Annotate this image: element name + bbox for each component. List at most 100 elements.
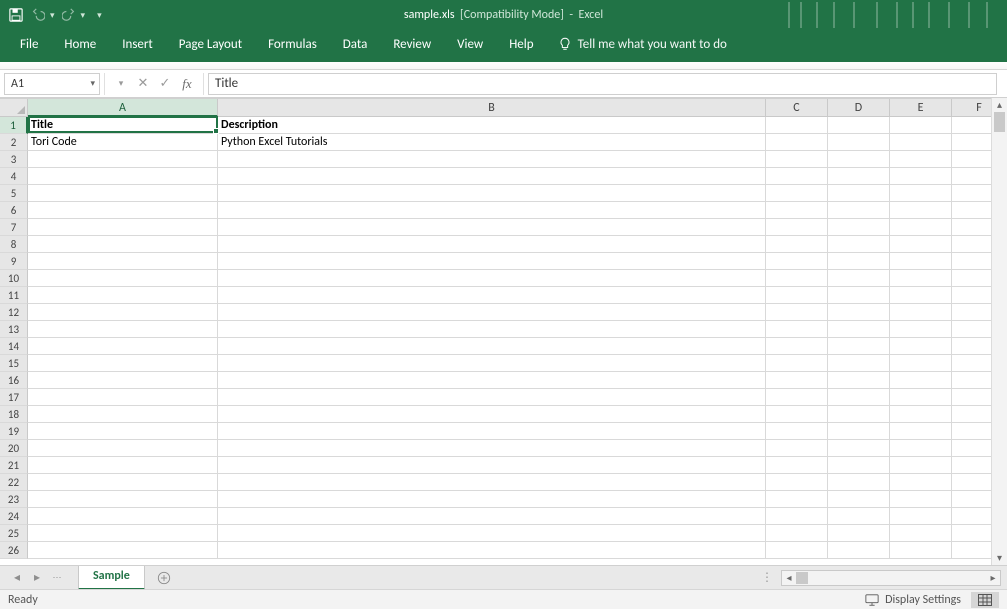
cell-B25[interactable] (218, 525, 766, 542)
cancel-icon[interactable]: ✕ (133, 74, 153, 94)
tab-data[interactable]: Data (341, 33, 370, 56)
cell-C11[interactable] (766, 287, 828, 304)
enter-icon[interactable]: ✓ (155, 74, 175, 94)
cell-D22[interactable] (828, 474, 890, 491)
cell-C6[interactable] (766, 202, 828, 219)
row-header-8[interactable]: 8 (0, 236, 28, 253)
cell-E23[interactable] (890, 491, 952, 508)
cell-E20[interactable] (890, 440, 952, 457)
cell-C12[interactable] (766, 304, 828, 321)
row-header-16[interactable]: 16 (0, 372, 28, 389)
cell-C17[interactable] (766, 389, 828, 406)
cell-E10[interactable] (890, 270, 952, 287)
row-header-17[interactable]: 17 (0, 389, 28, 406)
cell-D9[interactable] (828, 253, 890, 270)
cell-B23[interactable] (218, 491, 766, 508)
tab-review[interactable]: Review (391, 33, 433, 56)
cell-C1[interactable] (766, 117, 828, 134)
row-header-2[interactable]: 2 (0, 134, 28, 151)
scroll-right-icon[interactable]: ▸ (986, 571, 1000, 584)
cell-D16[interactable] (828, 372, 890, 389)
cell-A17[interactable] (28, 389, 218, 406)
chevron-down-icon[interactable]: ▾ (90, 78, 95, 89)
next-sheet-icon[interactable]: ▸ (30, 570, 44, 585)
cell-E19[interactable] (890, 423, 952, 440)
cell-C9[interactable] (766, 253, 828, 270)
cell-E14[interactable] (890, 338, 952, 355)
cell-D6[interactable] (828, 202, 890, 219)
row-header-11[interactable]: 11 (0, 287, 28, 304)
cell-E16[interactable] (890, 372, 952, 389)
tab-file[interactable]: File (18, 33, 40, 56)
cell-E17[interactable] (890, 389, 952, 406)
cell-C8[interactable] (766, 236, 828, 253)
cell-A11[interactable] (28, 287, 218, 304)
tab-home[interactable]: Home (62, 33, 98, 56)
row-header-18[interactable]: 18 (0, 406, 28, 423)
row-header-14[interactable]: 14 (0, 338, 28, 355)
row-header-15[interactable]: 15 (0, 355, 28, 372)
cell-E5[interactable] (890, 185, 952, 202)
new-sheet-button[interactable] (153, 567, 175, 589)
cell-D17[interactable] (828, 389, 890, 406)
cell-B14[interactable] (218, 338, 766, 355)
cell-A21[interactable] (28, 457, 218, 474)
cell-E24[interactable] (890, 508, 952, 525)
row-header-12[interactable]: 12 (0, 304, 28, 321)
customize-qat-icon[interactable]: ▾ (97, 10, 102, 21)
row-header-9[interactable]: 9 (0, 253, 28, 270)
cell-C2[interactable] (766, 134, 828, 151)
cell-B13[interactable] (218, 321, 766, 338)
cell-D10[interactable] (828, 270, 890, 287)
column-header-A[interactable]: A (28, 99, 218, 117)
cell-D26[interactable] (828, 542, 890, 559)
cell-A3[interactable] (28, 151, 218, 168)
cell-B6[interactable] (218, 202, 766, 219)
cell-C20[interactable] (766, 440, 828, 457)
cell-D19[interactable] (828, 423, 890, 440)
cell-B19[interactable] (218, 423, 766, 440)
cell-D13[interactable] (828, 321, 890, 338)
scroll-thumb[interactable] (994, 112, 1005, 132)
column-header-D[interactable]: D (828, 99, 890, 117)
row-header-13[interactable]: 13 (0, 321, 28, 338)
cell-B16[interactable] (218, 372, 766, 389)
cell-B22[interactable] (218, 474, 766, 491)
cell-E25[interactable] (890, 525, 952, 542)
cell-B17[interactable] (218, 389, 766, 406)
prev-sheet-icon[interactable]: ◂ (10, 570, 24, 585)
row-header-25[interactable]: 25 (0, 525, 28, 542)
cell-A10[interactable] (28, 270, 218, 287)
tab-nav-more-icon[interactable]: ⋯ (50, 572, 64, 583)
cell-D23[interactable] (828, 491, 890, 508)
cell-E26[interactable] (890, 542, 952, 559)
hscroll-thumb[interactable] (796, 572, 808, 584)
cell-B10[interactable] (218, 270, 766, 287)
tab-split-handle[interactable]: ⋮ (761, 570, 781, 585)
horizontal-scrollbar[interactable]: ◂ ▸ (781, 570, 1001, 586)
cell-A15[interactable] (28, 355, 218, 372)
cell-C10[interactable] (766, 270, 828, 287)
row-header-5[interactable]: 5 (0, 185, 28, 202)
cell-B26[interactable] (218, 542, 766, 559)
row-header-20[interactable]: 20 (0, 440, 28, 457)
cell-E11[interactable] (890, 287, 952, 304)
cell-A16[interactable] (28, 372, 218, 389)
cell-E12[interactable] (890, 304, 952, 321)
cell-C18[interactable] (766, 406, 828, 423)
cell-A7[interactable] (28, 219, 218, 236)
grid[interactable]: ABCDEF1TitleDescription2Tori CodePython … (0, 98, 1007, 559)
cell-E8[interactable] (890, 236, 952, 253)
cell-A4[interactable] (28, 168, 218, 185)
formula-input[interactable]: Title (208, 73, 997, 95)
cell-E3[interactable] (890, 151, 952, 168)
cell-B21[interactable] (218, 457, 766, 474)
cell-C19[interactable] (766, 423, 828, 440)
undo-dropdown-icon[interactable]: ▾ (50, 10, 55, 21)
cell-A5[interactable] (28, 185, 218, 202)
select-all-corner[interactable] (0, 99, 28, 117)
cell-D2[interactable] (828, 134, 890, 151)
save-icon[interactable] (8, 7, 24, 23)
cell-B1[interactable]: Description (218, 117, 766, 134)
row-header-19[interactable]: 19 (0, 423, 28, 440)
